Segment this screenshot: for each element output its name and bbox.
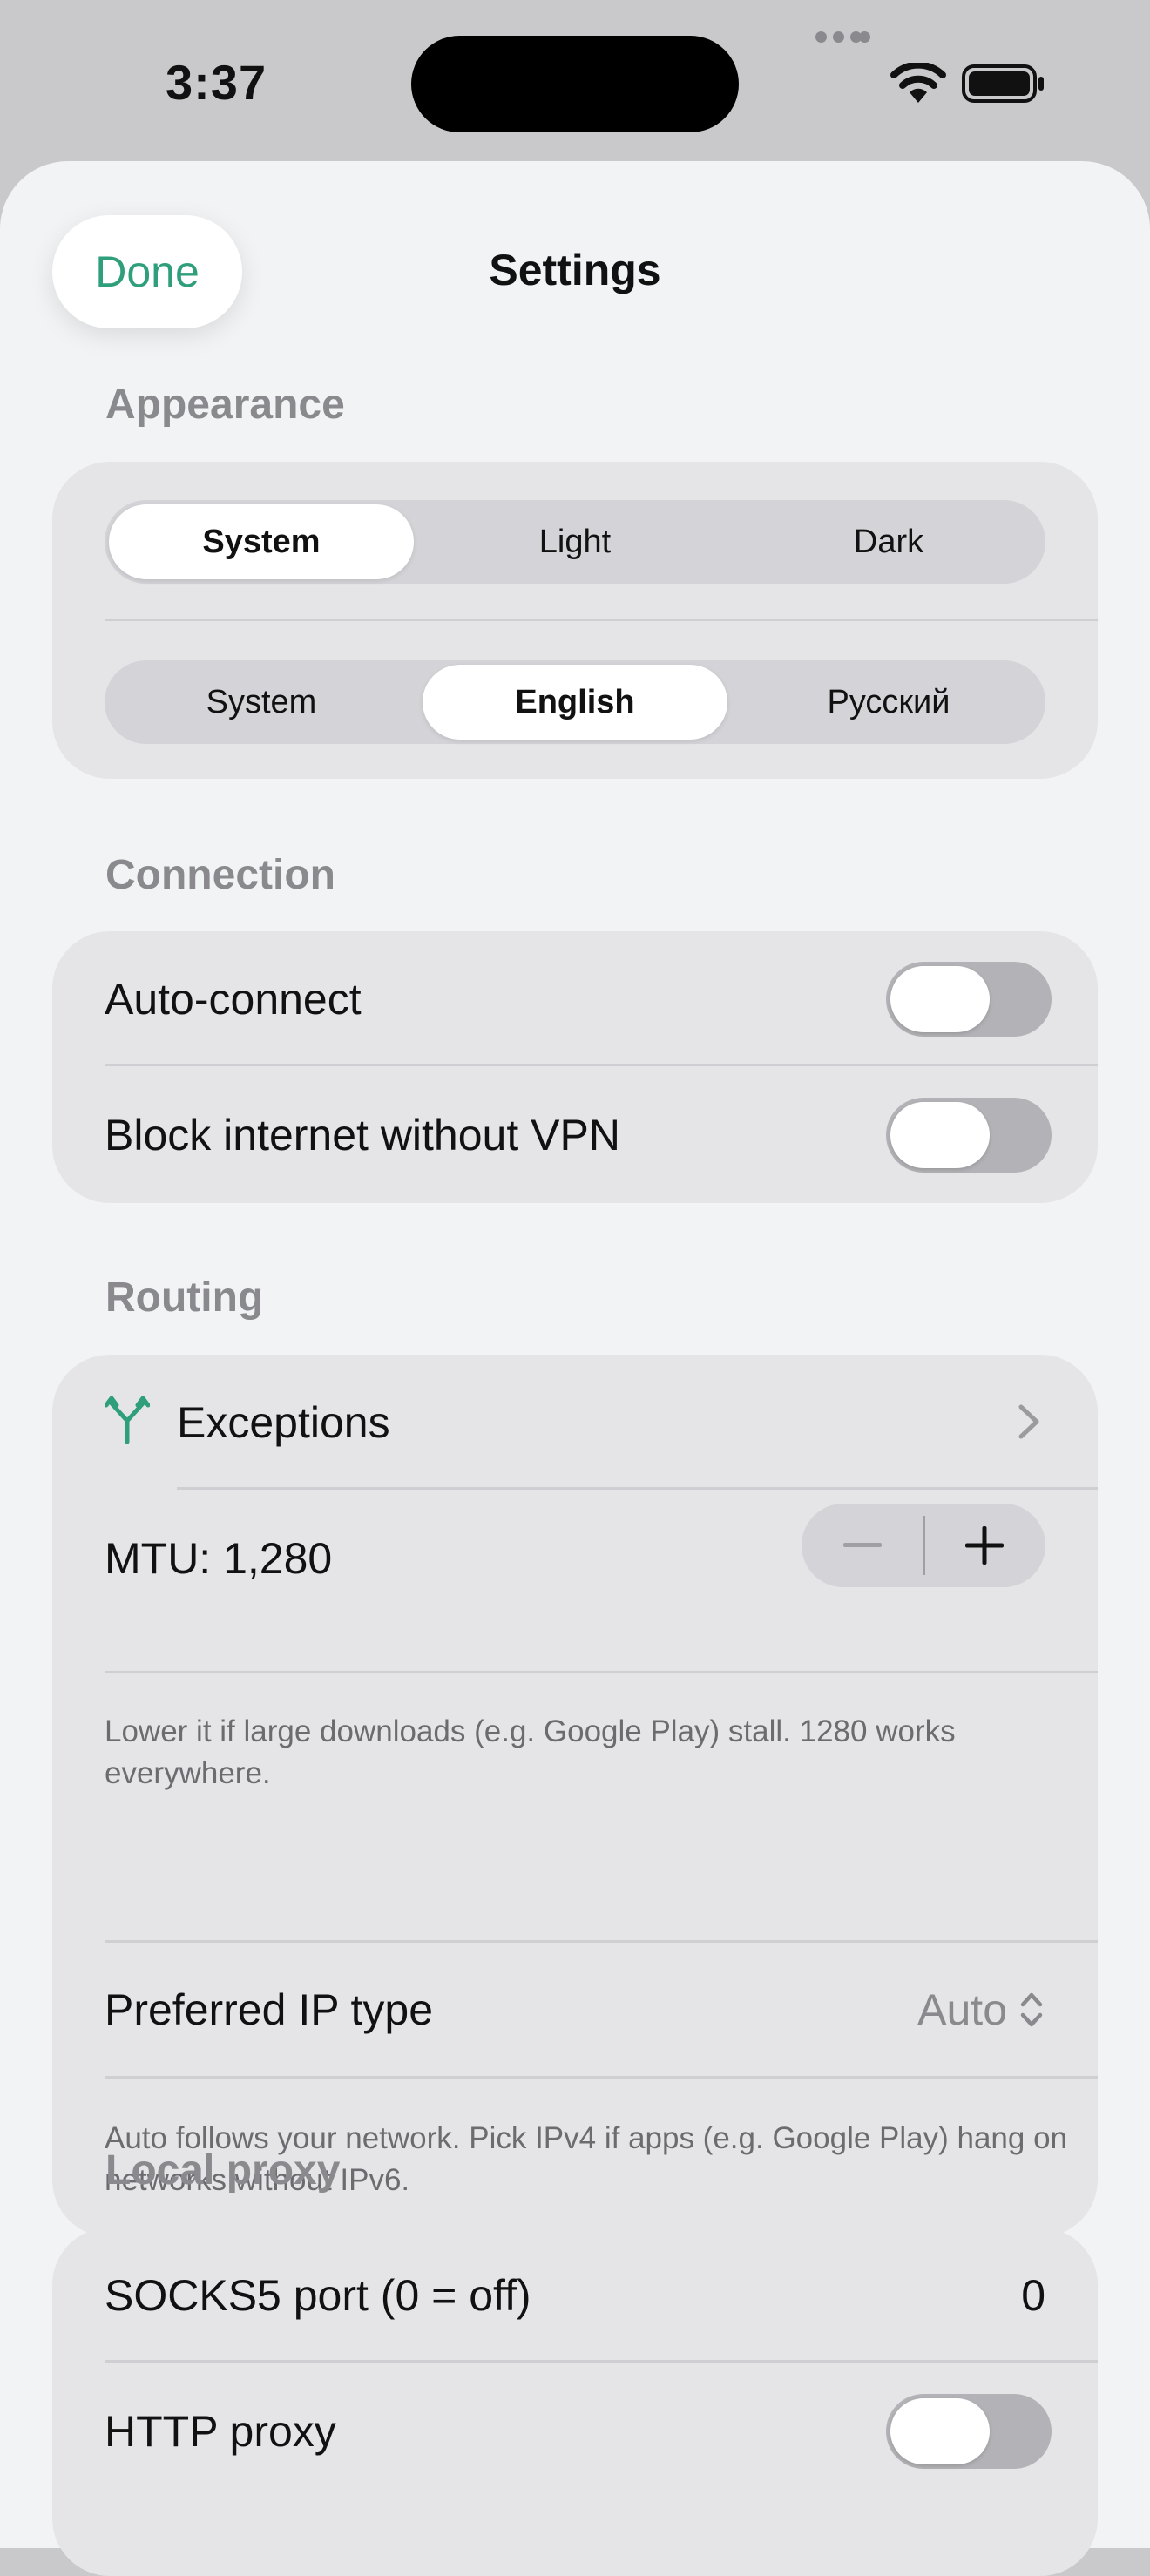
socks-port-label: SOCKS5 port (0 = off) bbox=[105, 2271, 531, 2320]
section-header-connection: Connection bbox=[105, 852, 335, 898]
toggle-knob bbox=[890, 2398, 990, 2464]
divider bbox=[105, 2076, 1098, 2079]
section-header-local-proxy: Local proxy bbox=[105, 2147, 341, 2194]
minus-icon bbox=[843, 1543, 882, 1547]
battery-icon bbox=[962, 64, 1044, 103]
chevron-up-down-icon bbox=[1020, 1992, 1043, 2027]
mtu-decrement-button[interactable] bbox=[802, 1504, 923, 1587]
theme-segmented-control: System Light Dark bbox=[105, 500, 1045, 584]
exceptions-row[interactable]: Exceptions bbox=[52, 1355, 1098, 1487]
preferred-ip-picker[interactable]: Auto bbox=[917, 1984, 1044, 2035]
language-option-russian[interactable]: Русский bbox=[736, 665, 1041, 740]
section-header-routing: Routing bbox=[105, 1274, 264, 1321]
routing-card: Exceptions MTU: 1,280 Lower it if large … bbox=[52, 1355, 1098, 2237]
settings-sheet: Done Settings Appearance System Light Da… bbox=[0, 161, 1150, 2576]
mtu-stepper bbox=[802, 1504, 1045, 1587]
http-proxy-toggle[interactable] bbox=[886, 2394, 1052, 2469]
divider bbox=[105, 619, 1098, 621]
status-bar: 3:37 bbox=[0, 0, 1150, 161]
section-header-appearance: Appearance bbox=[105, 382, 345, 428]
toggle-knob bbox=[890, 1102, 990, 1168]
chevron-right-icon bbox=[1018, 1404, 1039, 1439]
divider bbox=[177, 1487, 1098, 1490]
auto-connect-toggle[interactable] bbox=[886, 962, 1052, 1037]
socks-port-row[interactable]: SOCKS5 port (0 = off) 0 bbox=[52, 2228, 1098, 2360]
dynamic-island bbox=[411, 36, 739, 132]
block-internet-label: Block internet without VPN bbox=[105, 1111, 620, 1160]
language-segmented-control: System English Русский bbox=[105, 660, 1045, 744]
wifi-icon bbox=[890, 63, 946, 103]
toggle-knob bbox=[890, 966, 990, 1032]
preferred-ip-value: Auto bbox=[917, 1985, 1007, 2034]
http-proxy-label: HTTP proxy bbox=[105, 2407, 336, 2456]
preferred-ip-label: Preferred IP type bbox=[105, 1985, 434, 2034]
page-title: Settings bbox=[489, 246, 661, 294]
fork-arrows-icon bbox=[105, 1396, 150, 1444]
plus-icon bbox=[965, 1526, 1004, 1565]
divider bbox=[105, 1064, 1098, 1066]
theme-option-system[interactable]: System bbox=[109, 504, 414, 579]
mtu-note: Lower it if large downloads (e.g. Google… bbox=[105, 1714, 956, 1790]
local-proxy-card: SOCKS5 port (0 = off) 0 HTTP proxy bbox=[52, 2228, 1098, 2576]
theme-option-light[interactable]: Light bbox=[423, 504, 727, 579]
divider bbox=[105, 2360, 1098, 2363]
theme-option-dark[interactable]: Dark bbox=[736, 504, 1041, 579]
preferred-ip-row[interactable]: Preferred IP type Auto bbox=[52, 1941, 1098, 2075]
mtu-label: MTU: 1,280 bbox=[105, 1534, 333, 1583]
connection-card: Auto-connect Block internet without VPN bbox=[52, 931, 1098, 1203]
divider bbox=[105, 1671, 1098, 1673]
appearance-card: System Light Dark System English Русский bbox=[52, 462, 1098, 779]
status-time: 3:37 bbox=[166, 55, 267, 110]
auto-connect-label: Auto-connect bbox=[105, 975, 362, 1024]
language-option-english[interactable]: English bbox=[423, 665, 727, 740]
exceptions-label: Exceptions bbox=[177, 1398, 390, 1447]
language-option-system[interactable]: System bbox=[109, 665, 414, 740]
socks-port-value: 0 bbox=[1021, 2271, 1045, 2320]
mtu-increment-button[interactable] bbox=[923, 1504, 1045, 1587]
block-internet-toggle[interactable] bbox=[886, 1098, 1052, 1173]
